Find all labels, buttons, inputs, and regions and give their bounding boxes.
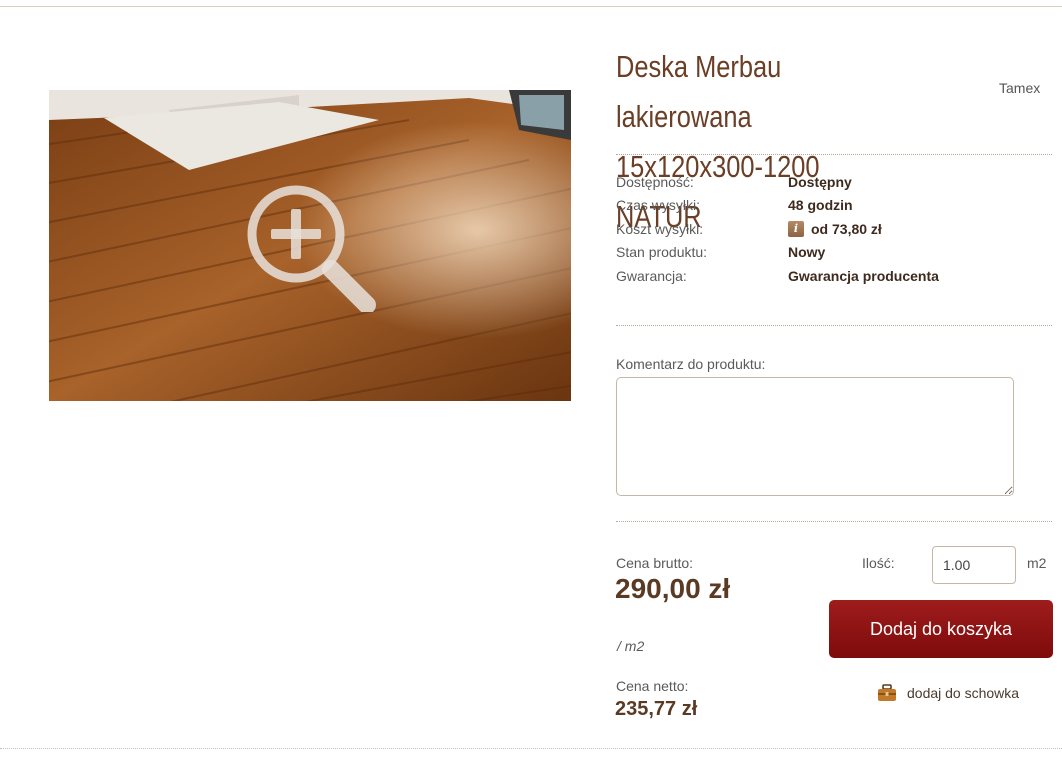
net-price: 235,77 zł [615, 698, 698, 720]
spec-row-shipping-cost: Koszt wysyłki: i od 73,80 zł [616, 217, 1056, 241]
quantity-input[interactable] [932, 546, 1016, 584]
divider [616, 325, 1052, 326]
add-to-clipboard-link[interactable]: dodaj do schowka [877, 684, 1019, 702]
product-title-line1: Deska Merbau lakierowana [616, 49, 782, 134]
spec-value: Dostępny [788, 173, 852, 190]
top-divider [0, 6, 1062, 7]
spec-row-condition: Stan produktu: Nowy [616, 241, 1056, 265]
quantity-unit: m2 [1027, 555, 1047, 571]
bottom-divider [0, 748, 1062, 749]
spec-value: Nowy [788, 244, 826, 261]
spec-value-wrap: i od 73,80 zł [788, 220, 882, 237]
zoom-icon [247, 185, 376, 312]
spec-row-shipping-time: Czas wysyłki: 48 godzin [616, 194, 1056, 218]
spec-label: Dostępność: [616, 173, 694, 190]
spec-row-availability: Dostępność: Dostępny [616, 170, 1056, 194]
quantity-label: Ilość: [862, 555, 895, 571]
divider [616, 521, 1052, 522]
spec-label: Koszt wysyłki: [616, 220, 704, 237]
info-icon[interactable]: i [788, 220, 804, 237]
product-specs: Dostępność: Dostępny Czas wysyłki: 48 go… [616, 170, 1056, 288]
spec-value: od 73,80 zł [811, 220, 882, 237]
product-image[interactable] [49, 90, 571, 401]
gross-price-label: Cena brutto: [616, 555, 694, 571]
comment-textarea[interactable] [616, 377, 1014, 496]
add-to-cart-button[interactable]: Dodaj do koszyka [829, 600, 1053, 658]
spec-label: Stan produktu: [616, 244, 708, 261]
add-to-clipboard-label: dodaj do schowka [907, 685, 1020, 701]
net-price-label: Cena netto: [616, 678, 689, 694]
gross-price: 290,00 zł [615, 573, 731, 604]
spec-label: Gwarancja: [616, 267, 687, 284]
comment-label: Komentarz do produktu: [616, 356, 766, 372]
price-unit: / m2 [617, 638, 645, 654]
spec-value: 48 godzin [788, 197, 853, 214]
spec-value: Gwarancja producenta [788, 267, 939, 284]
divider [616, 154, 1052, 155]
brand-name[interactable]: Tamex [999, 80, 1040, 96]
spec-label: Czas wysyłki: [616, 197, 701, 214]
briefcase-icon [878, 684, 896, 701]
spec-row-warranty: Gwarancja: Gwarancja producenta [616, 264, 1056, 288]
